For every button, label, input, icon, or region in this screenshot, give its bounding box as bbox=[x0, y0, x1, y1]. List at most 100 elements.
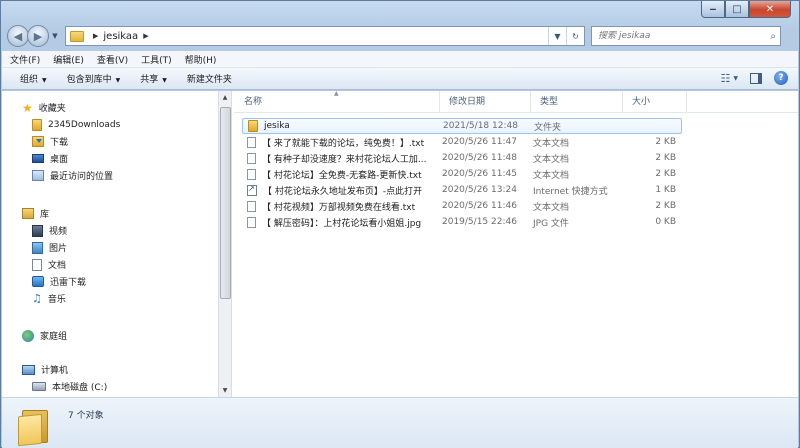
new-folder-button[interactable]: 新建文件夹 bbox=[187, 72, 232, 85]
xunlei-download-icon bbox=[32, 276, 44, 287]
maximize-button[interactable]: □ bbox=[725, 1, 749, 18]
menu-help[interactable]: 帮助(H) bbox=[185, 53, 217, 66]
share-label: 共享 bbox=[140, 75, 159, 85]
nav-libraries[interactable]: 库 bbox=[2, 205, 218, 222]
computer-group: 计算机 本地磁盘 (C:) bbox=[2, 361, 218, 395]
file-name: 【 村花论坛】全免费-无套路-更新快.txt bbox=[262, 170, 422, 181]
search-icon[interactable]: ⌕ bbox=[770, 31, 776, 42]
folder-icon bbox=[248, 120, 258, 132]
column-header-type[interactable]: 类型 bbox=[531, 91, 623, 113]
file-row[interactable]: 【 有种子却没速度？来村花论坛人工加... 2020/5/26 11:48 文本… bbox=[242, 150, 682, 166]
nav-item-pictures[interactable]: 图片 bbox=[2, 239, 218, 256]
search-input[interactable] bbox=[598, 31, 758, 41]
nav-item-documents[interactable]: 文档 bbox=[2, 256, 218, 273]
column-header-date[interactable]: 修改日期 bbox=[440, 91, 531, 113]
breadcrumb-current[interactable]: jesikaa bbox=[103, 31, 138, 42]
nav-item-music[interactable]: ♫ 音乐 bbox=[2, 290, 218, 307]
file-name: 【 有种子却没速度？来村花论坛人工加... bbox=[262, 154, 427, 165]
homegroup-group: 家庭组 bbox=[2, 327, 218, 344]
caption-buttons: ‒ □ ✕ bbox=[701, 1, 791, 18]
nav-item-2345downloads[interactable]: 2345Downloads bbox=[2, 116, 218, 133]
minimize-button[interactable]: ‒ bbox=[701, 1, 725, 18]
help-icon: ? bbox=[774, 71, 788, 85]
file-row[interactable]: 【 来了就能下载的论坛，纯免费！】.txt 2020/5/26 11:47 文本… bbox=[242, 134, 682, 150]
file-size: 2 KB bbox=[655, 153, 676, 163]
folder-icon bbox=[32, 118, 42, 131]
column-header-size[interactable]: 大小 bbox=[623, 91, 687, 113]
refresh-button[interactable]: ↻ bbox=[566, 27, 584, 45]
breadcrumb-separator-icon[interactable]: ▶ bbox=[143, 32, 148, 40]
file-row[interactable]: 【 村花视频】万部视频免费在线看.txt 2020/5/26 11:46 文本文… bbox=[242, 198, 682, 214]
navigation-pane: ★ 收藏夹 2345Downloads 下载 桌面 最近访问的位置 库 视频 图片… bbox=[2, 91, 218, 397]
navigation-row: ◀ ▶ ▼ ▶ jesikaa ▶ ▼ ↻ ⌕ bbox=[7, 23, 795, 49]
forward-button[interactable]: ▶ bbox=[27, 25, 49, 47]
desktop-icon bbox=[32, 154, 44, 163]
file-date: 2020/5/26 13:24 bbox=[442, 185, 517, 195]
chevron-down-icon: ▼ bbox=[733, 74, 738, 82]
include-in-library-label: 包含到库中 bbox=[66, 75, 112, 85]
nav-computer-label: 计算机 bbox=[41, 366, 69, 376]
navigation-scrollbar[interactable]: ▲ ▼ bbox=[218, 91, 232, 397]
nav-item-downloads[interactable]: 下载 bbox=[2, 133, 218, 150]
close-button[interactable]: ✕ bbox=[749, 1, 791, 18]
nav-homegroup[interactable]: 家庭组 bbox=[2, 327, 218, 344]
file-date: 2020/5/26 11:48 bbox=[442, 153, 517, 163]
details-pane: 7 个对象 bbox=[2, 397, 798, 448]
back-arrow-icon: ◀ bbox=[13, 29, 23, 43]
column-header-name[interactable]: ▲ 名称 bbox=[234, 90, 440, 113]
star-icon: ★ bbox=[22, 100, 33, 115]
include-in-library-button[interactable]: 包含到库中 ▼ bbox=[67, 72, 121, 85]
file-size: 1 KB bbox=[655, 185, 676, 195]
menu-tools[interactable]: 工具(T) bbox=[141, 53, 172, 66]
column-headers: ▲ 名称 修改日期 类型 大小 bbox=[234, 90, 798, 113]
nav-favorites-label: 收藏夹 bbox=[38, 104, 66, 114]
nav-item-recent-places[interactable]: 最近访问的位置 bbox=[2, 167, 218, 184]
breadcrumb-separator-icon[interactable]: ▶ bbox=[93, 32, 98, 40]
refresh-icon: ↻ bbox=[572, 31, 579, 41]
chevron-down-icon: ▼ bbox=[52, 32, 58, 40]
nav-item-desktop[interactable]: 桌面 bbox=[2, 150, 218, 167]
preview-pane-icon bbox=[750, 72, 762, 84]
file-type: 文件夹 bbox=[534, 122, 562, 133]
preview-pane-button[interactable] bbox=[750, 72, 762, 84]
help-button[interactable]: ? bbox=[774, 71, 788, 85]
organize-button[interactable]: 组织 ▼ bbox=[20, 72, 47, 85]
scroll-down-icon[interactable]: ▼ bbox=[219, 384, 231, 397]
file-type: 文本文档 bbox=[533, 154, 570, 165]
nav-favorites[interactable]: ★ 收藏夹 bbox=[2, 99, 218, 116]
nav-item-xunlei-downloads[interactable]: 迅雷下载 bbox=[2, 273, 218, 290]
view-options-icon[interactable]: ☷ ▼ bbox=[721, 72, 739, 85]
file-row[interactable]: 【 解压密码】：上村花论坛看小姐姐.jpg 2019/5/15 22:46 JP… bbox=[242, 214, 682, 230]
file-row[interactable]: 【 村花论坛】全免费-无套路-更新快.txt 2020/5/26 11:45 文… bbox=[242, 166, 682, 182]
file-row[interactable]: jesika 2021/5/18 12:48 文件夹 bbox=[242, 118, 682, 134]
menu-view[interactable]: 查看(V) bbox=[97, 53, 128, 66]
chevron-down-icon: ▼ bbox=[115, 77, 121, 84]
text-file-icon bbox=[247, 152, 256, 164]
search-box[interactable]: ⌕ bbox=[591, 26, 781, 46]
file-row[interactable]: 【 村花论坛永久地址发布页】-点此打开 2020/5/26 13:24 Inte… bbox=[242, 182, 682, 198]
nav-item-label: 最近访问的位置 bbox=[50, 172, 114, 182]
command-bar: 组织 ▼ 包含到库中 ▼ 共享 ▼ 新建文件夹 ☷ ▼ ? bbox=[2, 68, 798, 90]
download-folder-icon bbox=[32, 136, 44, 147]
nav-item-label: 2345Downloads bbox=[48, 119, 121, 130]
address-bar[interactable]: ▶ jesikaa ▶ ▼ ↻ bbox=[65, 26, 585, 46]
nav-item-label: 音乐 bbox=[47, 295, 66, 305]
menu-edit[interactable]: 编辑(E) bbox=[53, 53, 84, 66]
nav-item-local-disk-c[interactable]: 本地磁盘 (C:) bbox=[2, 378, 218, 395]
back-button[interactable]: ◀ bbox=[7, 25, 29, 47]
shortcut-icon bbox=[247, 184, 257, 196]
address-history-button[interactable]: ▼ bbox=[548, 27, 566, 45]
file-size: 2 KB bbox=[655, 201, 676, 211]
music-icon: ♫ bbox=[32, 292, 42, 305]
nav-item-label: 图片 bbox=[49, 244, 68, 254]
scrollbar-thumb[interactable] bbox=[220, 107, 231, 299]
menu-file[interactable]: 文件(F) bbox=[10, 53, 40, 66]
share-button[interactable]: 共享 ▼ bbox=[140, 72, 167, 85]
forward-arrow-icon: ▶ bbox=[33, 29, 43, 43]
recent-pages-dropdown[interactable]: ▼ bbox=[49, 32, 61, 40]
main-area: ★ 收藏夹 2345Downloads 下载 桌面 最近访问的位置 库 视频 图片… bbox=[2, 90, 798, 397]
nav-item-videos[interactable]: 视频 bbox=[2, 222, 218, 239]
nav-computer[interactable]: 计算机 bbox=[2, 361, 218, 378]
scroll-up-icon[interactable]: ▲ bbox=[219, 91, 231, 104]
nav-item-label: 下载 bbox=[50, 138, 69, 148]
